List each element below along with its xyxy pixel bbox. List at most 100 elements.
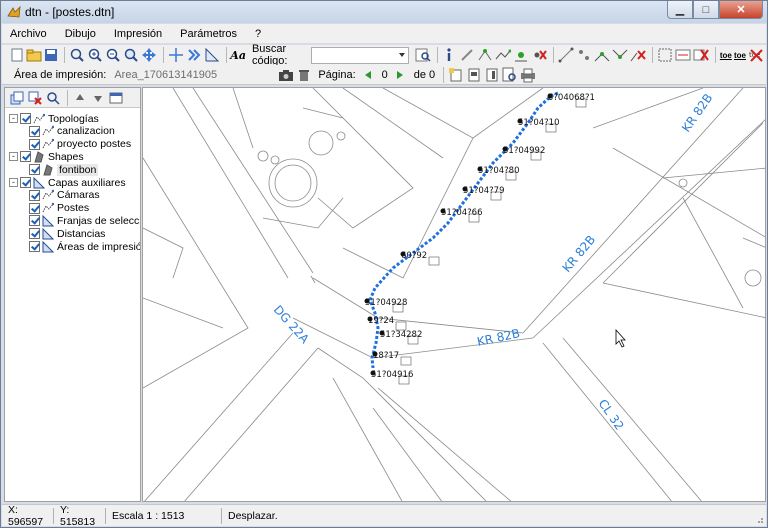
- layer-visibility-checkbox[interactable]: [29, 241, 40, 252]
- printer-icon[interactable]: [520, 67, 536, 83]
- tree-node[interactable]: fontibon: [29, 163, 99, 176]
- layer-visibility-checkbox[interactable]: [29, 228, 40, 240]
- zoom-out-icon[interactable]: [105, 47, 121, 63]
- label-icon[interactable]: toe: [720, 47, 732, 63]
- measure-icon[interactable]: [204, 47, 220, 63]
- previous-page-icon[interactable]: [360, 67, 376, 83]
- shape-icon: [34, 151, 44, 163]
- page-layout-icon[interactable]: [484, 67, 500, 83]
- trash-icon[interactable]: [296, 67, 312, 83]
- status-mode: Desplazar.: [228, 509, 278, 522]
- search-code-combo[interactable]: [311, 46, 409, 64]
- topology-icon: [33, 113, 45, 123]
- zoom-layer-icon[interactable]: [45, 90, 61, 106]
- zoom-in-icon[interactable]: [87, 47, 103, 63]
- properties-icon[interactable]: [108, 90, 124, 106]
- layer-visibility-checkbox[interactable]: [20, 151, 31, 163]
- tree-node[interactable]: Áreas de impresión: [29, 240, 140, 253]
- layers-icon[interactable]: [9, 90, 25, 106]
- add-point-icon[interactable]: [513, 47, 529, 63]
- label-edit-icon[interactable]: toe: [734, 47, 746, 63]
- layer-visibility-checkbox[interactable]: [29, 138, 40, 150]
- split-line-icon[interactable]: [594, 47, 610, 63]
- text-style-icon[interactable]: Aa: [230, 47, 246, 63]
- delete-line-icon[interactable]: [630, 47, 647, 63]
- menu-archivo[interactable]: Archivo: [10, 28, 47, 40]
- tree-node[interactable]: Franjas de selección: [29, 214, 140, 227]
- tree-node-label: proyecto postes: [57, 138, 132, 151]
- close-button[interactable]: ✕: [719, 1, 763, 19]
- menu-impresion[interactable]: Impresión: [114, 28, 162, 40]
- collapse-icon[interactable]: -: [9, 114, 18, 123]
- segment-icon[interactable]: [558, 47, 574, 63]
- tree-node[interactable]: Postes: [29, 202, 89, 215]
- new-page-icon[interactable]: [448, 67, 464, 83]
- tree-node-label: canalizacion: [57, 125, 115, 138]
- resize-grip-icon[interactable]: [754, 514, 764, 524]
- pole-label: 18?17: [373, 351, 399, 361]
- map-canvas[interactable]: 5?04068?1 51?04?10 51?04992 51?04?80 51?04?7…: [142, 87, 766, 502]
- open-folder-icon[interactable]: [26, 47, 42, 63]
- find-icon[interactable]: [415, 47, 431, 63]
- move-up-icon[interactable]: [72, 90, 88, 106]
- menu-help[interactable]: ?: [255, 28, 261, 40]
- layer-visibility-checkbox[interactable]: [29, 215, 40, 227]
- camera-icon[interactable]: [278, 67, 294, 83]
- page-setup-icon[interactable]: [466, 67, 482, 83]
- edit-node-icon[interactable]: [477, 47, 493, 63]
- pan-icon[interactable]: [141, 47, 157, 63]
- print-preview-icon[interactable]: [502, 67, 518, 83]
- map-drawing[interactable]: 5?04068?1 51?04?10 51?04992 51?04?80 51?04?7…: [143, 88, 766, 502]
- tree-node-label: Postes: [57, 202, 90, 215]
- tree-node-label: Capas auxiliares: [48, 176, 126, 189]
- layer-visibility-checkbox[interactable]: [29, 189, 40, 201]
- new-file-icon[interactable]: [10, 47, 24, 63]
- street-label: KR 82B: [476, 326, 521, 349]
- layer-visibility-checkbox[interactable]: [29, 202, 40, 214]
- maximize-button[interactable]: □: [693, 1, 719, 19]
- layer-tree: - Topologías canalizacion proyecto postes - S…: [5, 108, 140, 498]
- layer-visibility-checkbox[interactable]: [20, 113, 31, 124]
- pole-symbol: [395, 321, 407, 331]
- remove-layer-icon[interactable]: [27, 90, 43, 106]
- collapse-icon[interactable]: -: [9, 178, 18, 187]
- label-delete-icon[interactable]: toe: [748, 47, 764, 63]
- clear-selection-icon[interactable]: [693, 47, 709, 63]
- map-labels: 5?04068?1 51?04?10 51?04992 51?04?80 51?04?7…: [271, 91, 716, 433]
- print-area-value[interactable]: Area_170613141905: [114, 69, 274, 81]
- menu-parametros[interactable]: Parámetros: [180, 28, 237, 40]
- layer-visibility-checkbox[interactable]: [29, 125, 40, 137]
- zoom-window-icon[interactable]: [123, 47, 139, 63]
- collapse-icon[interactable]: -: [9, 152, 18, 162]
- tree-node[interactable]: - Topologías: [9, 112, 99, 125]
- tree-node[interactable]: Distancias: [29, 227, 105, 240]
- layer-visibility-checkbox[interactable]: [20, 177, 31, 188]
- pen-icon[interactable]: [459, 47, 475, 63]
- tree-node[interactable]: - Shapes: [9, 150, 84, 163]
- vertex-icon[interactable]: [576, 47, 592, 63]
- info-icon[interactable]: [441, 47, 457, 63]
- crosshair-icon[interactable]: [168, 47, 184, 63]
- delete-point-icon[interactable]: [531, 47, 548, 63]
- select-icon[interactable]: [657, 47, 673, 63]
- tree-node[interactable]: proyecto postes: [29, 138, 131, 151]
- pole-label: 51?04?10: [518, 118, 559, 128]
- menu-dibujo[interactable]: Dibujo: [65, 28, 96, 40]
- zoom-extent-icon[interactable]: [69, 47, 85, 63]
- forward-icon[interactable]: [186, 47, 202, 63]
- next-page-icon[interactable]: [392, 67, 408, 83]
- tree-node[interactable]: canalizacion: [29, 125, 115, 138]
- mouse-cursor-icon: [615, 328, 626, 348]
- join-line-icon[interactable]: [612, 47, 628, 63]
- move-down-icon[interactable]: [90, 90, 106, 106]
- ruler-icon: [42, 240, 54, 252]
- minimize-button[interactable]: ▁: [667, 1, 693, 19]
- select-lines-icon[interactable]: [675, 47, 691, 63]
- tree-node[interactable]: - Capas auxiliares: [9, 176, 126, 189]
- add-line-icon[interactable]: [495, 47, 512, 63]
- app-window: dtn - [postes.dtn] ▁ □ ✕ Archivo Dibujo …: [0, 0, 768, 528]
- layer-visibility-checkbox[interactable]: [29, 164, 40, 176]
- tree-node[interactable]: Cámaras: [29, 189, 100, 202]
- street-label: KR 82B: [679, 91, 715, 135]
- save-icon[interactable]: [44, 47, 58, 63]
